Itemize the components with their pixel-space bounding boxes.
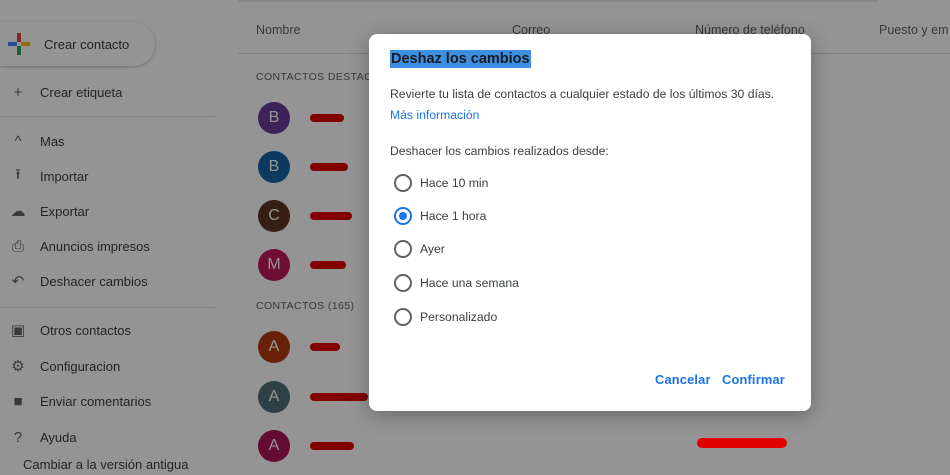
radio-button-selected[interactable] [394, 207, 412, 225]
radio-button[interactable] [394, 274, 412, 292]
option-label: Hace 1 hora [420, 209, 487, 223]
option-1-hour[interactable]: Hace 1 hora [394, 206, 486, 226]
option-label: Hace una semana [420, 276, 519, 290]
option-yesterday[interactable]: Ayer [394, 239, 445, 259]
cancel-button[interactable]: Cancelar [655, 372, 711, 387]
option-10-min[interactable]: Hace 10 min [394, 173, 488, 193]
option-label: Hace 10 min [420, 176, 489, 190]
confirm-button[interactable]: Confirmar [722, 372, 785, 387]
redaction-mark [697, 438, 787, 448]
dialog-title: Deshaz los cambios [390, 50, 531, 68]
option-label: Personalizado [420, 310, 498, 324]
radio-button[interactable] [394, 240, 412, 258]
option-one-week[interactable]: Hace una semana [394, 273, 519, 293]
radio-button[interactable] [394, 174, 412, 192]
undo-changes-dialog: Deshaz los cambios Revierte tu lista de … [369, 34, 811, 411]
more-info-link[interactable]: Más información [390, 108, 479, 122]
dialog-description: Revierte tu lista de contactos a cualqui… [390, 87, 775, 101]
radio-button[interactable] [394, 308, 412, 326]
option-label: Ayer [420, 242, 445, 256]
option-custom[interactable]: Personalizado [394, 307, 497, 327]
dialog-subheading: Deshacer los cambios realizados desde: [390, 144, 609, 158]
